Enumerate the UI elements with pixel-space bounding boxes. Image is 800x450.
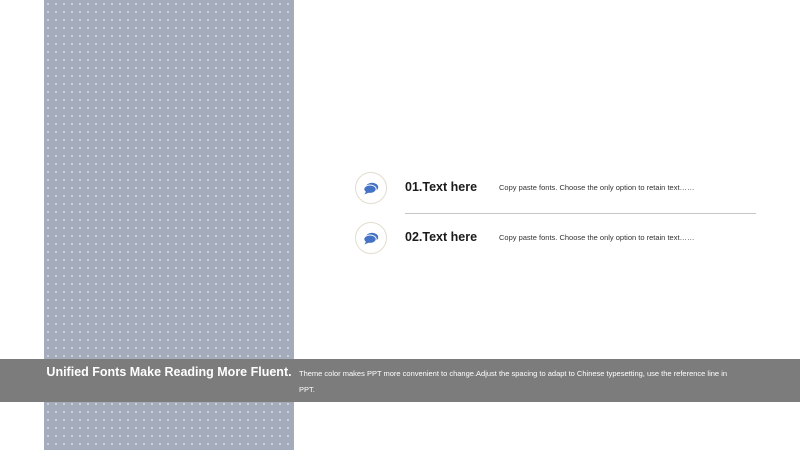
divider (405, 213, 756, 214)
list-item-2: 02.Text here Copy paste fonts. Choose th… (355, 222, 775, 256)
item-description: Copy paste fonts. Choose the only option… (499, 183, 695, 192)
icon-circle (355, 172, 387, 204)
item-title: 01.Text here (405, 180, 478, 194)
item-title: 02.Text here (405, 230, 478, 244)
bottom-banner: Unified Fonts Make Reading More Fluent. … (0, 359, 800, 402)
speech-bubble-icon (363, 232, 379, 244)
speech-bubble-icon (363, 182, 379, 194)
banner-title: Unified Fonts Make Reading More Fluent. (46, 365, 292, 379)
banner-text: Theme color makes PPT more convenient to… (299, 369, 728, 394)
icon-circle (355, 222, 387, 254)
list-item-1: 01.Text here Copy paste fonts. Choose th… (355, 172, 775, 206)
item-description: Copy paste fonts. Choose the only option… (499, 233, 695, 242)
